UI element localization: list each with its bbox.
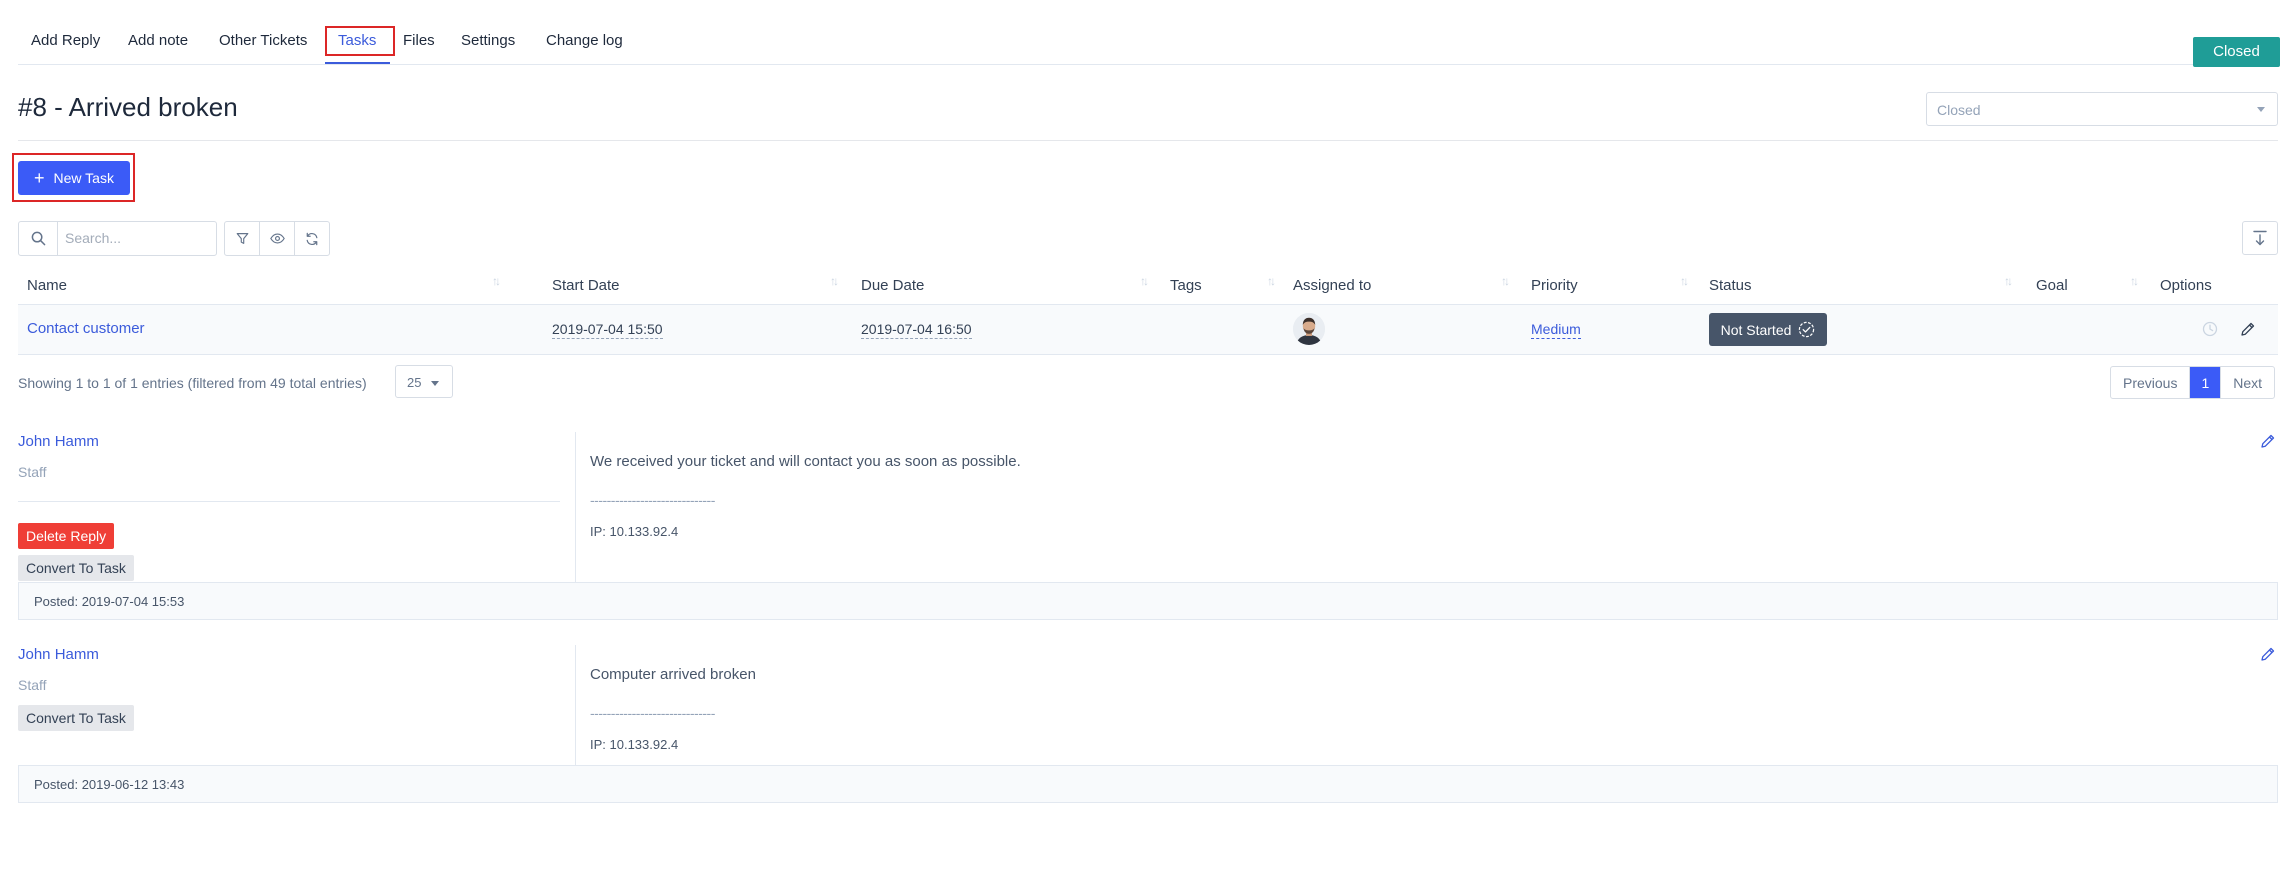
reply-author-role: Staff [18,464,47,480]
reply-posted-date: Posted: 2019-07-04 15:53 [18,582,2278,620]
page-title: #8 - Arrived broken [18,92,238,122]
filter-icon[interactable] [225,222,260,255]
refresh-icon[interactable] [295,222,329,255]
chevron-down-icon [431,381,439,386]
ticket-status-button[interactable]: Closed [2193,37,2280,67]
table-info: Showing 1 to 1 of 1 entries (filtered fr… [18,375,367,391]
export-icon[interactable] [2242,221,2278,255]
sort-icon[interactable]: ↑↓ [1140,274,1149,288]
task-due-date: 2019-07-04 16:50 [861,321,972,339]
tab-tasks[interactable]: Tasks [338,32,376,49]
column-header-priority[interactable]: Priority [1531,277,1578,294]
reply-author-link[interactable]: John Hamm [18,433,99,450]
new-task-label: New Task [53,170,114,186]
title-divider [18,140,2278,141]
table-row-divider [18,354,2278,355]
pagination: Previous 1 Next [2110,366,2276,399]
tab-change-log[interactable]: Change log [546,32,623,49]
tab-other-tickets[interactable]: Other Tickets [219,32,307,49]
plus-icon: + [34,168,45,188]
sort-icon[interactable]: ↑↓ [2130,274,2139,288]
column-header-goal[interactable]: Goal [2036,277,2068,294]
convert-to-task-button[interactable]: Convert To Task [18,705,134,731]
status-badge-label: Not Started [1720,321,1792,338]
avatar-image [1293,313,1325,345]
clock-icon[interactable] [2202,321,2218,342]
sort-icon[interactable]: ↑↓ [830,274,839,288]
convert-to-task-button[interactable]: Convert To Task [18,555,134,581]
column-header-name[interactable]: Name [27,277,67,294]
search-icon [19,222,58,255]
status-select-value: Closed [1937,102,1981,118]
reply-column-divider [575,432,576,582]
reply-ip: IP: 10.133.92.4 [590,737,679,752]
eye-icon[interactable] [260,222,295,255]
tab-files[interactable]: Files [403,32,435,49]
reply-posted-date: Posted: 2019-06-12 13:43 [18,765,2278,803]
delete-reply-button[interactable]: Delete Reply [18,523,115,549]
pencil-icon[interactable] [2260,646,2276,667]
column-header-status[interactable]: Status [1709,277,1752,294]
tab-add-reply[interactable]: Add Reply [31,32,100,49]
tabs-divider [18,64,2278,65]
reply-author-role: Staff [18,677,47,693]
column-header-assigned-to[interactable]: Assigned to [1293,277,1371,294]
reply-ip: IP: 10.133.92.4 [590,524,679,539]
sort-icon[interactable]: ↑↓ [492,274,501,288]
column-header-options: Options [2160,277,2212,294]
column-header-due-date[interactable]: Due Date [861,277,924,294]
task-priority[interactable]: Medium [1531,321,1581,339]
sort-icon[interactable]: ↑↓ [2004,274,2013,288]
reply-separator: ------------------------------ [590,492,715,508]
reply-separator: ------------------------------ [590,705,715,721]
table-toolbar [224,221,330,256]
check-circle-icon [1799,321,1815,338]
sort-icon[interactable]: ↑↓ [1501,274,1510,288]
page-length-value: 25 [407,375,422,390]
pencil-icon[interactable] [2240,321,2256,342]
search-box [18,221,217,256]
task-name-link[interactable]: Contact customer [27,320,145,337]
pencil-icon[interactable] [2260,433,2276,454]
chevron-down-icon [2257,107,2265,112]
table-row [18,305,2278,354]
page-1-button[interactable]: 1 [2190,367,2222,398]
tab-settings[interactable]: Settings [461,32,515,49]
sort-icon[interactable]: ↑↓ [1267,274,1276,288]
new-task-button[interactable]: + New Task [18,161,130,195]
reply-column-divider [575,645,576,765]
ticket-status-select[interactable]: Closed [1926,92,2278,126]
column-header-start-date[interactable]: Start Date [552,277,620,294]
page-length-select[interactable]: 25 [395,365,453,398]
search-input[interactable] [65,230,205,246]
reply-message: We received your ticket and will contact… [590,453,1021,470]
next-page-button[interactable]: Next [2221,367,2274,398]
reply-author-link[interactable]: John Hamm [18,646,99,663]
sort-icon[interactable]: ↑↓ [1680,274,1689,288]
task-start-date: 2019-07-04 15:50 [552,321,663,339]
previous-page-button[interactable]: Previous [2111,367,2191,398]
reply-message: Computer arrived broken [590,666,756,683]
column-header-tags[interactable]: Tags [1170,277,1202,294]
avatar[interactable] [1293,313,1325,345]
status-badge[interactable]: Not Started [1709,313,1827,346]
reply-divider [18,501,560,502]
tab-add-note[interactable]: Add note [128,32,188,49]
